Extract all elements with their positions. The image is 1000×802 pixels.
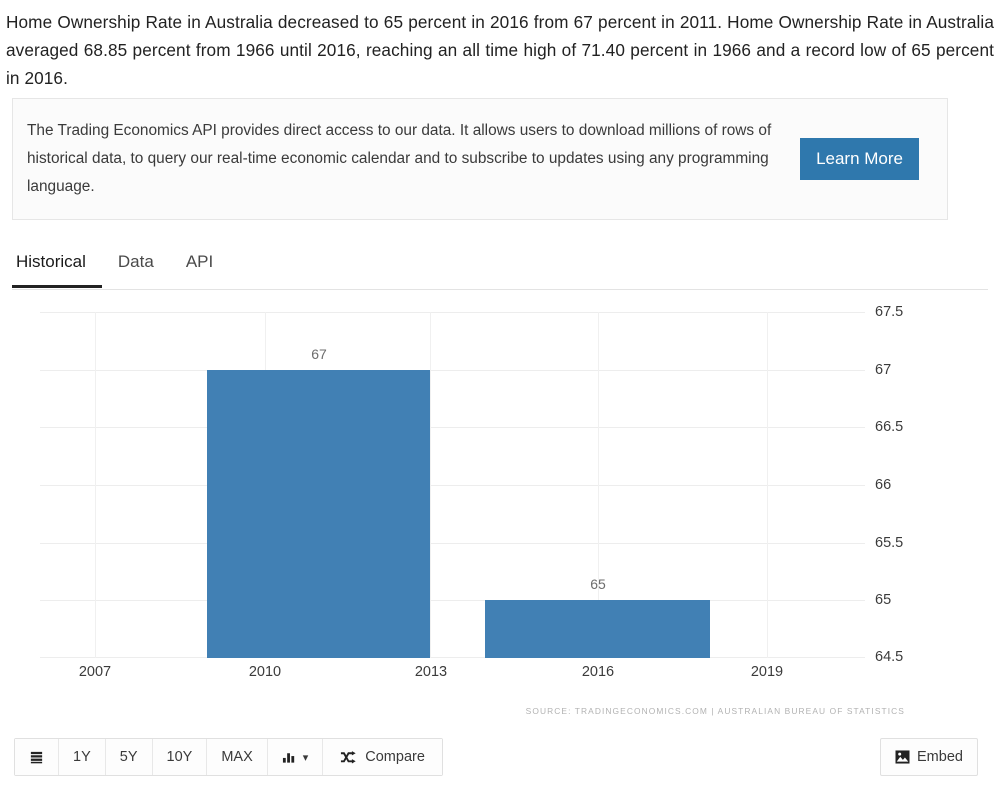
gridline-h-67.5 [40, 312, 865, 313]
intro-paragraph: Home Ownership Rate in Australia decreas… [6, 12, 994, 88]
gridline-h-67 [40, 370, 865, 371]
tab-bar: Historical Data API [12, 243, 988, 290]
tab-api[interactable]: API [182, 244, 229, 288]
api-promo-text: The Trading Economics API provides direc… [27, 122, 772, 195]
xtick-2016: 2016 [581, 664, 615, 680]
xtick-2019: 2019 [750, 664, 784, 680]
ytick-66: 66 [875, 477, 892, 493]
shuffle-icon [340, 750, 357, 765]
gridline-v-2013 [430, 312, 431, 658]
chart-type-dropdown[interactable]: ▾ [267, 739, 324, 775]
bar-label-2011: 67 [311, 346, 327, 362]
ytick-67: 67 [875, 362, 892, 378]
gridline-h-65 [40, 600, 865, 601]
gridline-v-2007 [95, 312, 96, 658]
bar-label-2016: 65 [590, 576, 606, 592]
range-5y-button[interactable]: 5Y [105, 739, 153, 775]
ytick-65: 65 [875, 592, 892, 608]
image-icon [895, 750, 910, 764]
home-ownership-rate-chart[interactable]: 67 65 67.5 67 66.5 66 65.5 65 64.5 2007 … [0, 296, 1000, 728]
tab-data[interactable]: Data [114, 244, 170, 288]
tab-historical[interactable]: Historical [12, 244, 102, 288]
ytick-64.5: 64.5 [875, 649, 904, 665]
chart-plot-area: 67 65 [40, 312, 865, 658]
range-1y-button[interactable]: 1Y [59, 739, 106, 775]
range-max-button[interactable]: MAX [207, 739, 268, 775]
xtick-2007: 2007 [78, 664, 112, 680]
compare-label: Compare [365, 749, 425, 765]
gridline-h-66.5 [40, 427, 865, 428]
bar-chart-icon [282, 750, 297, 764]
gridline-v-2019 [767, 312, 768, 658]
chart-toolbar: 1Y 5Y 10Y MAX ▾ Compare [14, 738, 443, 776]
xtick-2010: 2010 [248, 664, 282, 680]
learn-more-button[interactable]: Learn More [800, 138, 919, 180]
gridline-h-65.5 [40, 543, 865, 544]
bar-2011[interactable] [207, 370, 430, 658]
chart-source-note: SOURCE: TRADINGECONOMICS.COM | AUSTRALIA… [525, 706, 905, 716]
api-promo-box: The Trading Economics API provides direc… [12, 98, 948, 220]
gridline-h-64.5 [40, 657, 865, 658]
xtick-2013: 2013 [414, 664, 448, 680]
ytick-66.5: 66.5 [875, 419, 904, 435]
chevron-down-icon: ▾ [302, 751, 309, 764]
embed-label: Embed [917, 749, 963, 765]
ytick-65.5: 65.5 [875, 535, 904, 551]
embed-button[interactable]: Embed [880, 738, 978, 776]
bar-2016[interactable] [485, 600, 710, 658]
ytick-67.5: 67.5 [875, 304, 904, 320]
range-10y-button[interactable]: 10Y [152, 739, 208, 775]
list-view-button[interactable] [15, 739, 59, 775]
list-icon [29, 750, 44, 765]
gridline-h-66 [40, 485, 865, 486]
compare-button[interactable]: Compare [323, 739, 442, 775]
